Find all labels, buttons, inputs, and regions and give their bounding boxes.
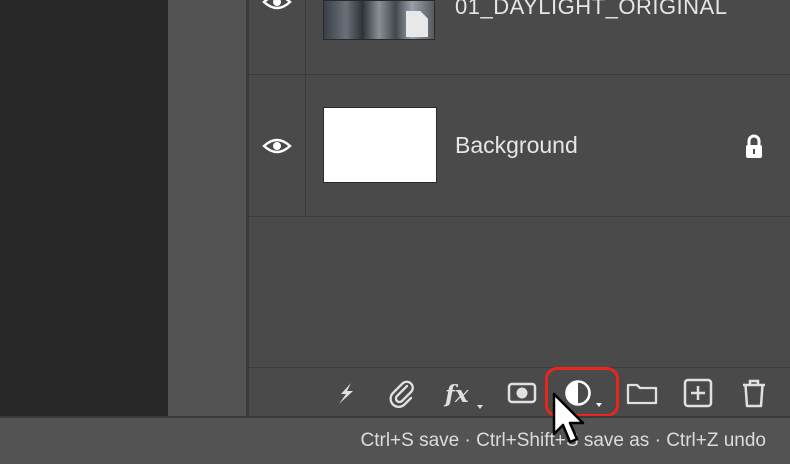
smart-object-icon [406,11,428,37]
layer-row-daylight[interactable]: 01_DAYLIGHT_ORIGINAL [249,0,790,75]
visibility-column [249,0,306,74]
layer-name[interactable]: Background [455,132,578,159]
mouse-cursor-icon [552,392,585,444]
attach-button[interactable] [385,376,419,410]
link-layers-button[interactable] [329,376,363,410]
mask-icon [507,382,537,404]
trash-icon [743,379,765,408]
layer-effects-button[interactable]: fx [441,376,487,410]
layer-row-background[interactable]: Background [249,75,790,217]
add-mask-button[interactable] [505,376,539,410]
eye-icon[interactable] [262,0,292,12]
paperclip-icon [389,380,414,409]
new-layer-button[interactable] [681,376,715,410]
folder-icon [626,383,658,405]
app-window: 01_DAYLIGHT_ORIGINAL Background fx Ctrl+… [0,0,790,464]
fx-icon: fx [443,381,483,409]
delete-layer-button[interactable] [737,376,771,410]
lock-icon[interactable] [743,133,765,161]
lightning-link-icon [339,383,353,404]
canvas-area[interactable] [0,0,168,416]
svg-text:fx: fx [443,381,469,408]
panel-gutter [168,0,246,416]
layers-toolbar: fx [249,367,790,417]
eye-icon[interactable] [262,136,292,156]
plus-square-icon [683,378,713,408]
layer-thumbnail[interactable] [323,0,435,40]
new-group-button[interactable] [625,376,659,410]
status-bar: Ctrl+S save · Ctrl+Shift+S save as · Ctr… [0,416,790,464]
layer-name[interactable]: 01_DAYLIGHT_ORIGINAL [455,0,727,20]
layers-panel: 01_DAYLIGHT_ORIGINAL Background fx [249,0,790,417]
layer-thumbnail[interactable] [323,107,437,183]
visibility-column [249,75,306,216]
